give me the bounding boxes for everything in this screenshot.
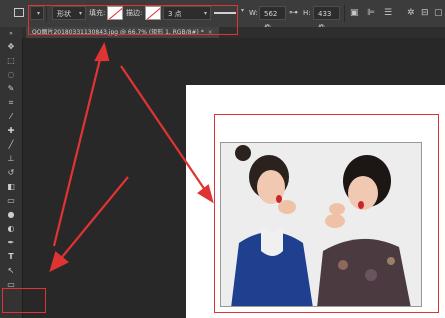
healing-brush-tool-icon[interactable]: ✚: [0, 124, 22, 138]
crop-tool-icon[interactable]: ⌗: [0, 96, 22, 110]
align-edges-checkbox[interactable]: ▢: [434, 7, 443, 19]
dodge-tool-icon[interactable]: ◐: [0, 222, 22, 236]
height-field[interactable]: 433 像: [313, 6, 340, 32]
path-selection-tool-icon[interactable]: ↖: [0, 264, 22, 278]
h-label: H:: [303, 9, 311, 17]
rectangle-tool-highlight: [2, 288, 46, 313]
blur-tool-icon[interactable]: ●: [0, 208, 22, 222]
width-field[interactable]: 562 像: [259, 6, 286, 32]
marquee-tool-icon[interactable]: ⬚: [0, 54, 22, 68]
link-dimensions-icon[interactable]: ⊶: [289, 7, 298, 19]
type-tool-icon[interactable]: T: [0, 250, 22, 264]
path-operations-icon[interactable]: ▣: [350, 7, 359, 19]
gradient-tool-icon[interactable]: ▭: [0, 194, 22, 208]
quick-selection-tool-icon[interactable]: ✎: [0, 82, 22, 96]
shape-rectangle-highlight: [214, 114, 439, 313]
clone-stamp-tool-icon[interactable]: ⊥: [0, 152, 22, 166]
toolbox-collapse-icon[interactable]: »: [0, 27, 22, 41]
lasso-tool-icon[interactable]: ◌: [0, 68, 22, 82]
path-alignment-icon[interactable]: ⊫: [367, 7, 375, 19]
divider: [344, 5, 345, 22]
gear-icon[interactable]: ✲: [407, 7, 415, 19]
eraser-tool-icon[interactable]: ◧: [0, 180, 22, 194]
align-edges-icon[interactable]: ⊟: [421, 7, 429, 19]
shape-tool-icon[interactable]: [14, 8, 24, 17]
move-tool-icon[interactable]: ✥: [0, 40, 22, 54]
tools-panel: » ✥ ⬚ ◌ ✎ ⌗ ⁄ ✚ ╱ ⊥ ↺ ◧ ▭ ● ◐ ✒ T ↖ ▭: [0, 27, 23, 318]
options-bar-highlight: [28, 5, 238, 35]
pen-tool-icon[interactable]: ✒: [0, 236, 22, 250]
eyedropper-tool-icon[interactable]: ⁄: [0, 110, 22, 124]
w-label: W:: [249, 9, 258, 17]
brush-tool-icon[interactable]: ╱: [0, 138, 22, 152]
path-arrangement-icon[interactable]: ☰: [384, 7, 392, 19]
history-brush-tool-icon[interactable]: ↺: [0, 166, 22, 180]
